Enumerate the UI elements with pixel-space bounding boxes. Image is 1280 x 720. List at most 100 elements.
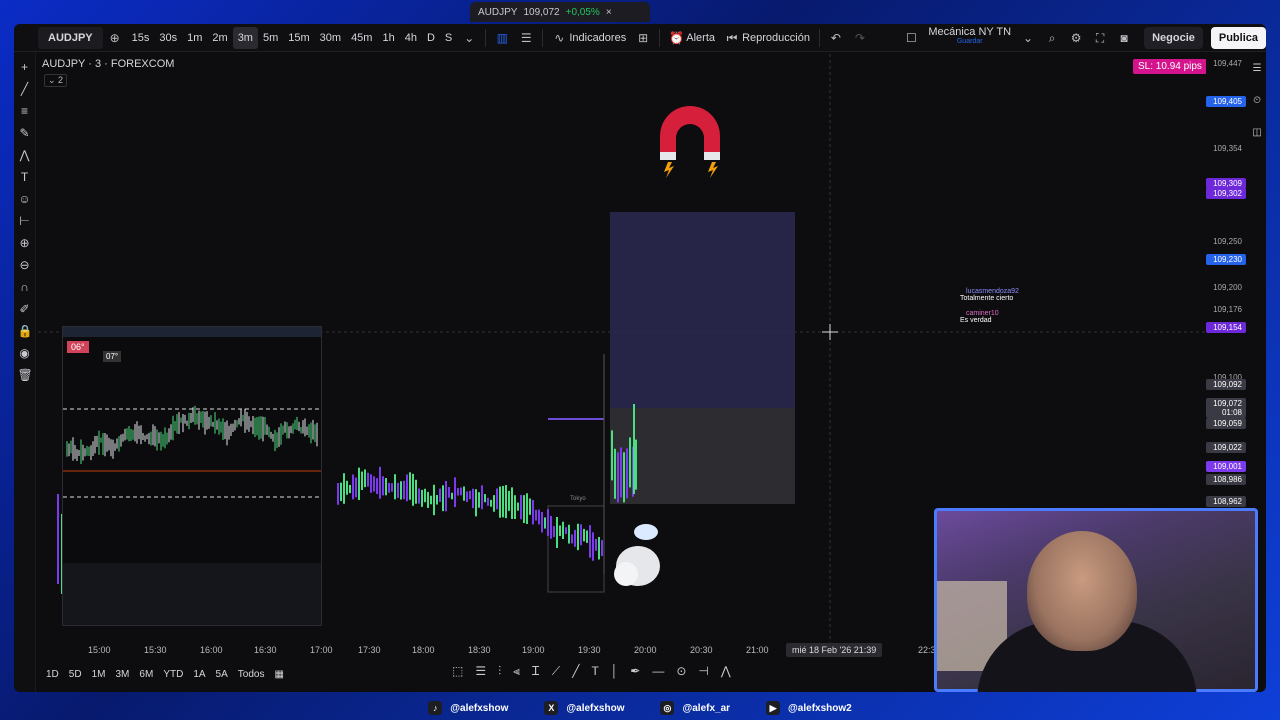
- pencil-lock-icon[interactable]: ✐: [18, 302, 32, 316]
- timeframe-dropdown-icon[interactable]: ⌄: [457, 27, 481, 49]
- timeframe-15s[interactable]: 15s: [127, 27, 155, 49]
- time-label: 20:00: [634, 645, 657, 655]
- symbol-search[interactable]: AUDJPY: [38, 26, 103, 49]
- entry-zone[interactable]: [610, 408, 795, 504]
- layout-selector[interactable]: Mecánica NY TN Guardar: [923, 26, 1016, 49]
- timeframe-45m[interactable]: 45m: [346, 27, 377, 49]
- path-icon[interactable]: ⟋: [552, 664, 560, 679]
- textbox-icon[interactable]: Ꮖ: [532, 664, 540, 679]
- calendar-icon[interactable]: ▦: [274, 669, 283, 680]
- minus-icon[interactable]: —: [652, 664, 664, 679]
- magnet-tool-icon[interactable]: ∩: [18, 280, 32, 294]
- chart-style-icon[interactable]: ☰: [514, 27, 538, 49]
- price-label: 109,354: [1213, 144, 1242, 153]
- time-label: 15:00: [88, 645, 111, 655]
- measure-icon[interactable]: ⊣: [698, 664, 708, 679]
- tab-price: 109,072: [523, 6, 560, 18]
- tab-close-icon[interactable]: ×: [606, 7, 612, 18]
- pattern-tool-icon[interactable]: ⋀: [721, 664, 731, 679]
- indicators-button[interactable]: ∿ Indicadores: [547, 27, 631, 49]
- parallel-icon[interactable]: ⫷: [513, 664, 520, 679]
- rewind-icon: ⏮: [726, 30, 738, 45]
- magnet-sticker-icon: [660, 106, 720, 178]
- publish-button[interactable]: Publica: [1210, 26, 1266, 49]
- timeframe-4h[interactable]: 4h: [400, 27, 422, 49]
- brush-icon[interactable]: ✎: [18, 126, 32, 140]
- range-1d[interactable]: 1D: [46, 669, 59, 680]
- timeframe-D[interactable]: D: [422, 27, 440, 49]
- text-tool-icon[interactable]: T: [591, 664, 598, 679]
- alarm-icon: ⏰: [669, 30, 685, 45]
- legend-collapse[interactable]: ⌄ 2: [44, 74, 68, 87]
- crosshair-cursor-icon: [822, 324, 838, 340]
- text-icon[interactable]: T: [18, 170, 32, 184]
- indicators-icon: ∿: [554, 30, 565, 45]
- lock-icon[interactable]: 🔒: [18, 324, 33, 338]
- timeframe-2m[interactable]: 2m: [207, 27, 232, 49]
- time-label: 16:30: [254, 645, 277, 655]
- sl-badge: SL: 10.94 pips: [1133, 59, 1207, 74]
- price-label: 109,302: [1206, 188, 1246, 199]
- channel-icon[interactable]: ⫶: [498, 664, 501, 679]
- vline-icon[interactable]: │: [611, 664, 619, 679]
- select-icon[interactable]: ⬚: [452, 664, 463, 679]
- range-1a[interactable]: 1A: [193, 669, 205, 680]
- replay-button[interactable]: ⏮ Reproducción: [720, 27, 815, 49]
- target-icon[interactable]: ⊙: [676, 664, 686, 679]
- fullscreen-icon[interactable]: ⛶: [1088, 27, 1112, 49]
- trade-button[interactable]: Negocie: [1144, 26, 1203, 49]
- alert-button[interactable]: ⏰ Alerta: [664, 27, 720, 49]
- crosshair-icon[interactable]: +: [18, 60, 32, 74]
- range-5d[interactable]: 5D: [69, 669, 82, 680]
- hline-icon[interactable]: ☰: [475, 664, 486, 679]
- settings-icon[interactable]: ⚙: [1064, 27, 1088, 49]
- timeframe-1h[interactable]: 1h: [377, 27, 399, 49]
- layout-dropdown-icon[interactable]: ⌄: [1016, 27, 1040, 49]
- time-label: 19:30: [578, 645, 601, 655]
- eye-icon[interactable]: ◉: [18, 346, 32, 360]
- range-1m[interactable]: 1M: [92, 669, 106, 680]
- range-3m[interactable]: 3M: [116, 669, 130, 680]
- zoom-in-icon[interactable]: ⊕: [18, 236, 32, 250]
- templates-icon[interactable]: ⊞: [631, 27, 655, 49]
- candle-type-icon[interactable]: ▥: [490, 27, 514, 49]
- range-ytd[interactable]: YTD: [163, 669, 183, 680]
- undo-icon[interactable]: ↶: [824, 27, 848, 49]
- screen-frame: AUDJPY 109,072 +0,05% × AUDJPY ⊕ 15s 30s 1…: [0, 0, 1280, 720]
- quick-search-icon[interactable]: ⌕: [1040, 27, 1064, 49]
- range-6m[interactable]: 6M: [139, 669, 153, 680]
- price-label: 109,022: [1206, 442, 1246, 453]
- add-symbol-icon[interactable]: ⊕: [103, 27, 127, 49]
- range-5a[interactable]: 5A: [216, 669, 228, 680]
- trash-icon[interactable]: 🗑: [18, 368, 33, 382]
- pattern-icon[interactable]: ⋀: [18, 148, 32, 162]
- stop-loss-zone[interactable]: [610, 212, 795, 408]
- timeframe-5m[interactable]: 5m: [258, 27, 283, 49]
- ray-icon[interactable]: ╱: [572, 664, 579, 679]
- range-todos[interactable]: Todos: [238, 669, 265, 680]
- watchlist-icon[interactable]: ☰: [1250, 62, 1264, 76]
- comment-text: Es verdad: [960, 317, 992, 324]
- pen-icon[interactable]: ✒: [630, 664, 640, 679]
- alerts-sidebar-icon[interactable]: ⏲: [1250, 94, 1264, 108]
- streamer-face: [1027, 531, 1137, 651]
- timeframe-30m[interactable]: 30m: [315, 27, 346, 49]
- zoom-out-icon[interactable]: ⊖: [18, 258, 32, 272]
- layout-checkbox-icon[interactable]: ☐: [899, 27, 923, 49]
- emoji-icon[interactable]: ☺: [18, 192, 32, 206]
- metatrader-window[interactable]: 06° 07°: [62, 326, 322, 626]
- timeframe-15m[interactable]: 15m: [283, 27, 314, 49]
- ruler-icon[interactable]: ⊢: [18, 214, 32, 228]
- browser-tab[interactable]: AUDJPY 109,072 +0,05% ×: [470, 2, 650, 22]
- chat-icon[interactable]: ◫: [1250, 126, 1264, 140]
- timeframe-30s[interactable]: 30s: [154, 27, 182, 49]
- fib-icon[interactable]: ≡: [18, 104, 32, 118]
- timeframe-3m[interactable]: 3m: [232, 26, 258, 49]
- timeframe-1m[interactable]: 1m: [182, 27, 207, 49]
- redo-icon[interactable]: ↷: [848, 27, 872, 49]
- trendline-icon[interactable]: ╱: [18, 82, 32, 96]
- comment-user: caminer10: [966, 310, 999, 317]
- timeframe-S[interactable]: S: [440, 27, 457, 49]
- camera-icon[interactable]: ◙: [1112, 27, 1136, 49]
- time-label: 21:00: [746, 645, 769, 655]
